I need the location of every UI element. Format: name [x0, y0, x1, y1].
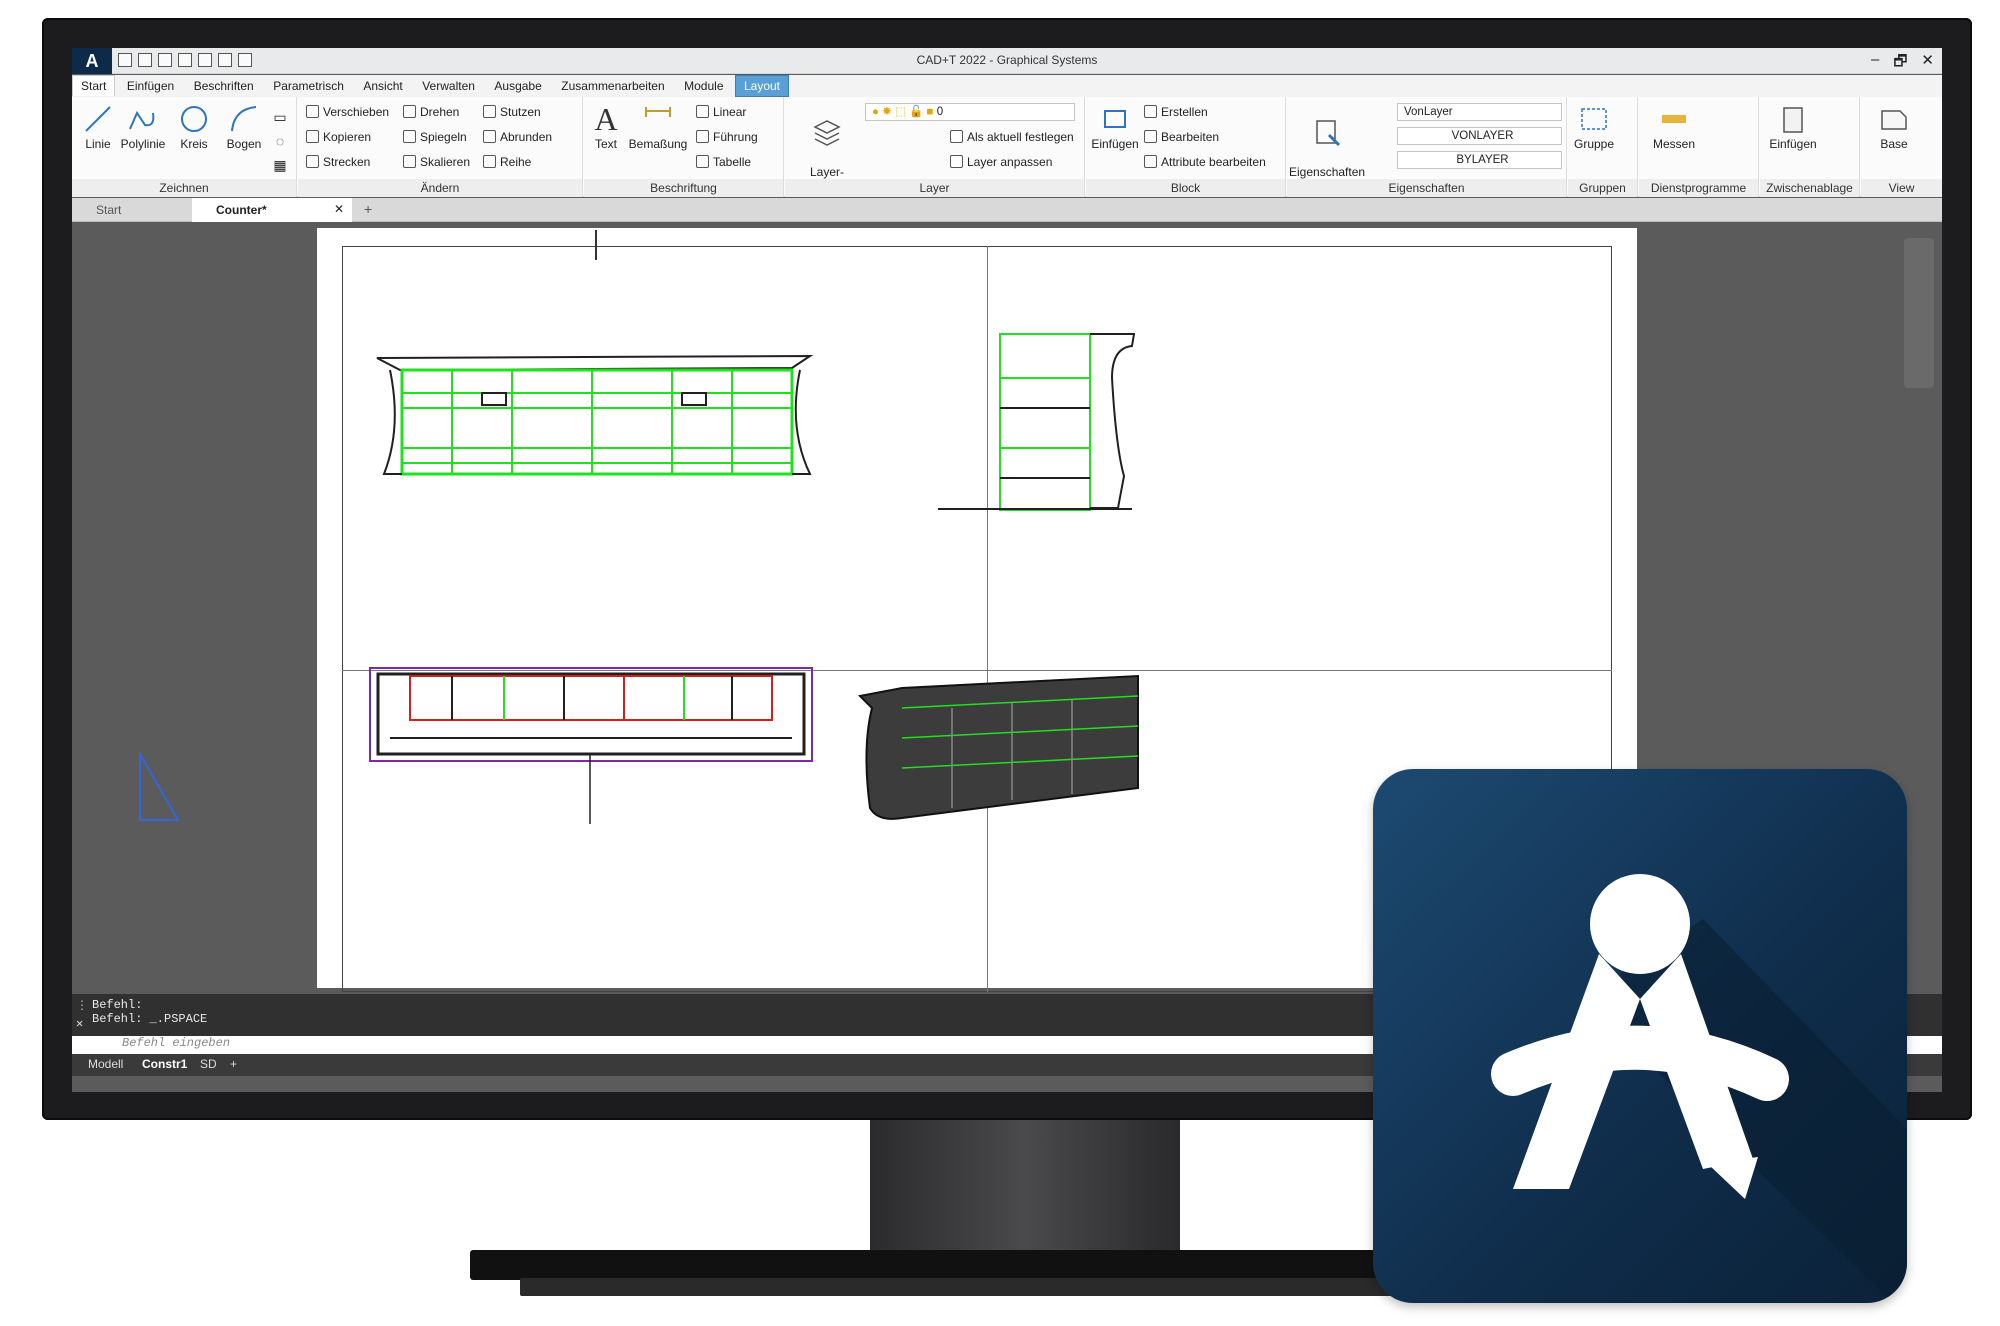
ucs-icon [139, 750, 180, 821]
counter-3d-view [857, 674, 1139, 820]
counter-front-view [376, 354, 814, 476]
counter-side-view [938, 333, 1136, 511]
tab-sd[interactable]: SD [200, 1057, 217, 1071]
monitor-stand-foot [520, 1278, 1480, 1296]
command-grip-icon[interactable]: ⋮ [76, 998, 88, 1013]
command-history-line-1: Befehl: [92, 998, 143, 1012]
tab-constr1[interactable]: Constr1 [142, 1057, 187, 1071]
app-logo [1373, 769, 1907, 1303]
monitor-stand-neck [870, 1120, 1180, 1252]
marketing-stage: A CAD+T 2022 - Graphical Systems – 🗗 ✕ S… [0, 0, 2000, 1326]
tab-modell[interactable]: Modell [88, 1057, 123, 1071]
monitor-stand-base [470, 1250, 1510, 1280]
command-history-line-2: Befehl: _.PSPACE [92, 1012, 208, 1026]
add-layout-icon[interactable]: + [230, 1057, 237, 1071]
command-close-icon[interactable]: ✕ [76, 1016, 83, 1031]
compass-a-icon [1491, 874, 1907, 1303]
counter-plan-view [369, 667, 813, 824]
